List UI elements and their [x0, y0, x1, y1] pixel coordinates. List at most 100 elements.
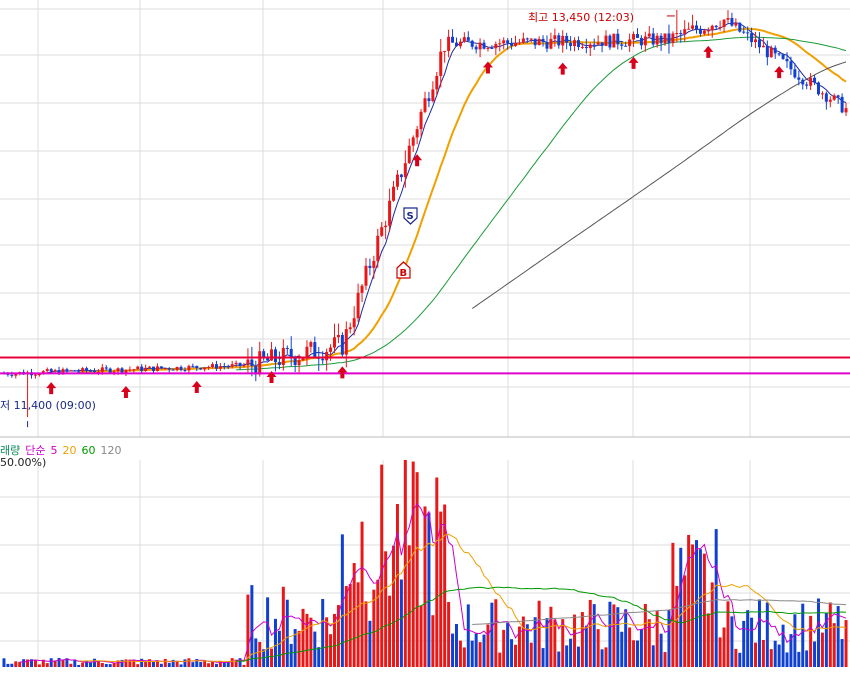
candle-body — [199, 367, 203, 370]
volume-ma60-label: 60 — [81, 444, 96, 457]
candle-body — [773, 47, 777, 54]
volume-bar — [356, 582, 360, 667]
volume-bar — [726, 601, 730, 667]
candle-body — [325, 351, 329, 361]
candle-body — [65, 369, 69, 371]
candle-body — [175, 366, 179, 371]
volume-bar — [439, 511, 443, 667]
candle-body — [514, 43, 517, 46]
volume-bar — [620, 631, 624, 667]
candle-body — [376, 235, 380, 261]
volume-bar — [580, 612, 584, 667]
volume-bar — [33, 659, 37, 667]
candle-body — [840, 96, 844, 113]
candle-body — [683, 29, 687, 35]
volume-bar — [813, 641, 817, 667]
buy-arrow-icon — [337, 366, 348, 379]
volume-bar — [458, 640, 462, 667]
candle-body — [128, 369, 132, 371]
candle-body — [470, 40, 474, 47]
volume-bar — [565, 645, 569, 667]
candle-body — [561, 35, 565, 46]
candle-body — [632, 34, 636, 40]
volume-bar — [415, 472, 419, 667]
volume-bar — [96, 660, 100, 667]
candle-body — [490, 47, 494, 49]
candle-body — [584, 46, 588, 49]
volume-bar — [514, 644, 517, 667]
candle-body — [608, 35, 612, 48]
candle-body — [498, 43, 502, 45]
price-ma120-line — [471, 61, 847, 309]
volume-bar — [738, 652, 742, 667]
volume-bar — [537, 600, 541, 667]
buy-arrow-icon — [703, 45, 714, 58]
buy-arrow-icon — [191, 381, 202, 394]
volume-bar — [69, 663, 73, 667]
sell-marker-icon: S — [403, 207, 418, 225]
volume-bar — [840, 639, 844, 667]
volume-bar — [214, 663, 218, 667]
candle-body — [541, 38, 545, 43]
price-ma60-line — [236, 36, 847, 371]
candle-body — [824, 93, 828, 102]
volume-bar — [372, 589, 376, 667]
candle-body — [722, 19, 726, 28]
volume-bar — [199, 662, 203, 667]
volume-bar — [151, 662, 155, 667]
volume-bar — [584, 625, 588, 667]
volume-bar — [360, 521, 364, 667]
volume-bar — [380, 464, 384, 667]
candle-body — [691, 25, 695, 29]
candle-body — [600, 42, 604, 46]
candle-body — [92, 370, 96, 373]
volume-bar — [809, 615, 813, 667]
volume-bar — [423, 506, 427, 667]
volume-bar — [632, 640, 636, 667]
volume-bar — [596, 629, 600, 667]
volume-bar — [639, 629, 643, 667]
volume-bar — [344, 586, 348, 667]
candle-body — [411, 137, 415, 146]
volume-bar — [81, 662, 85, 667]
candle-body — [687, 28, 691, 30]
candle-body — [655, 35, 659, 45]
buy-marker-label: B — [400, 268, 408, 279]
volume-bar — [761, 639, 765, 667]
sell-marker-label: S — [407, 211, 414, 222]
price-volume-chart: 최고 13,450 (12:03) 저 11,400 (09:00) S B — [0, 0, 850, 667]
candle-body — [494, 44, 498, 49]
volume-bar — [757, 599, 761, 667]
volume-bar — [6, 663, 10, 667]
candle-body — [348, 327, 352, 330]
candle-body — [33, 374, 37, 376]
candle-body — [820, 93, 824, 95]
candle-body — [344, 329, 348, 355]
candle-body — [714, 25, 718, 28]
candle-body — [624, 45, 628, 47]
candle-body — [569, 42, 573, 47]
candle-body — [726, 18, 730, 20]
volume-bar — [329, 634, 333, 667]
candle-body — [588, 44, 592, 49]
candle-body — [305, 346, 309, 358]
candle-body — [297, 360, 301, 366]
candle-body — [403, 163, 407, 178]
candle-body — [746, 32, 750, 34]
volume-bar — [667, 610, 671, 667]
volume-bar — [431, 615, 435, 667]
volume-bar — [498, 652, 502, 667]
candle-body — [340, 334, 344, 355]
candle-body — [659, 35, 663, 44]
volume-ma120-line — [472, 599, 847, 625]
candle-body — [273, 349, 277, 363]
buy-marker-icon: B — [396, 261, 411, 279]
volume-bar — [352, 563, 356, 667]
volume-bar — [502, 629, 506, 667]
volume-bar — [10, 663, 14, 667]
buy-arrow-icon — [120, 386, 131, 399]
candle-body — [191, 365, 195, 367]
candle-body — [336, 334, 340, 338]
volume-bar — [816, 598, 820, 667]
volume-bar — [561, 619, 565, 667]
